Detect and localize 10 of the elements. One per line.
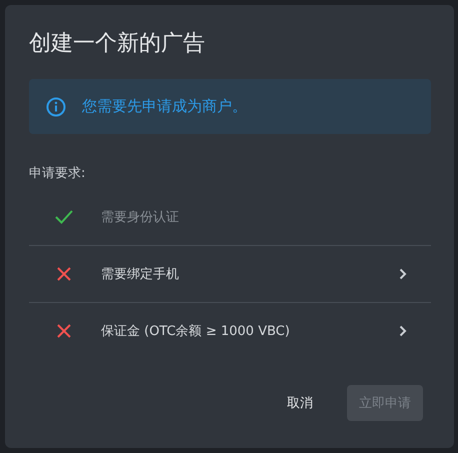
- requirement-text: 保证金 (OTC余额 ≥ 1000 VBC): [101, 323, 291, 340]
- alert-message: 您需要先申请成为商户。: [82, 97, 247, 116]
- requirement-text: 需要绑定手机: [101, 266, 180, 283]
- chevron-right-icon[interactable]: [399, 325, 407, 337]
- chevron-right-icon[interactable]: [399, 268, 407, 280]
- cancel-button[interactable]: 取消: [283, 386, 317, 420]
- requirements-label: 申请要求:: [29, 165, 86, 183]
- info-icon: [46, 96, 66, 116]
- requirement-text: 需要身份认证: [101, 209, 180, 226]
- dialog-title: 创建一个新的广告: [29, 30, 206, 58]
